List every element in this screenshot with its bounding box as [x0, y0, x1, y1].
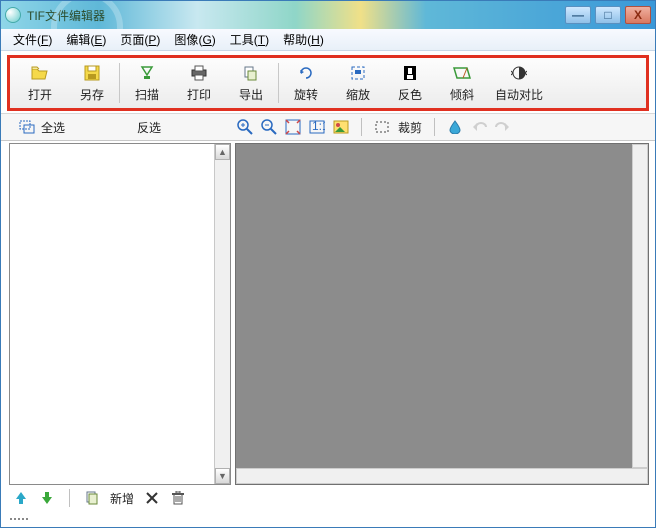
open-label: 打开	[28, 86, 52, 103]
droplet-icon[interactable]	[447, 119, 463, 135]
skew-icon	[453, 64, 471, 82]
menu-tools[interactable]: 工具(T)	[224, 29, 275, 50]
rotate-label: 旋转	[294, 86, 318, 103]
skew-label: 倾斜	[450, 86, 474, 103]
rotate-button[interactable]: 旋转	[280, 60, 332, 106]
scroll-down-icon[interactable]: ▼	[215, 468, 230, 484]
main-toolbar: 打开 另存 扫描 打印 导出 旋转 缩放 反色	[7, 55, 649, 111]
minimize-button[interactable]: —	[565, 6, 591, 24]
zoom-in-icon[interactable]	[237, 119, 253, 135]
export-label: 导出	[239, 86, 263, 103]
invert-icon	[401, 64, 419, 82]
title-bar: TIF文件编辑器 — □ X	[1, 1, 655, 29]
move-up-icon[interactable]	[13, 490, 29, 506]
work-area: ▲ ▼	[1, 141, 655, 487]
preview-vscrollbar[interactable]	[632, 144, 648, 468]
delete-icon[interactable]	[144, 490, 160, 506]
print-label: 打印	[187, 86, 211, 103]
export-button[interactable]: 导出	[225, 60, 277, 106]
invert-button[interactable]: 反色	[384, 60, 436, 106]
invert-label: 反色	[398, 86, 422, 103]
zoom-button[interactable]: 缩放	[332, 60, 384, 106]
maximize-button[interactable]: □	[595, 6, 621, 24]
zoom-label: 缩放	[346, 86, 370, 103]
separator	[69, 489, 70, 507]
open-button[interactable]: 打开	[14, 60, 66, 106]
redo-icon	[495, 119, 511, 135]
folder-open-icon	[31, 64, 49, 82]
separator	[361, 118, 362, 136]
app-window: TIF文件编辑器 — □ X 文件(F) 编辑(E) 页面(P) 图像(G) 工…	[0, 0, 656, 528]
page-tools: 新增	[13, 487, 186, 509]
crop-label[interactable]: 裁剪	[398, 119, 422, 136]
fit-window-icon[interactable]	[285, 119, 301, 135]
export-icon	[242, 64, 260, 82]
save-icon	[83, 64, 101, 82]
print-button[interactable]: 打印	[173, 60, 225, 106]
thumbnail-scrollbar[interactable]: ▲ ▼	[214, 144, 230, 484]
scroll-up-icon[interactable]: ▲	[215, 144, 230, 160]
menu-image[interactable]: 图像(G)	[168, 29, 221, 50]
new-page-label[interactable]: 新增	[110, 490, 134, 507]
saveas-label: 另存	[80, 86, 104, 103]
resize-gripper	[9, 513, 649, 525]
menu-page[interactable]: 页面(P)	[114, 29, 166, 50]
close-button[interactable]: X	[625, 6, 651, 24]
trash-icon[interactable]	[170, 490, 186, 506]
thumbnail-panel: ▲ ▼	[9, 143, 231, 485]
scan-icon	[138, 64, 156, 82]
print-icon	[190, 64, 208, 82]
rotate-icon	[297, 64, 315, 82]
menu-edit[interactable]: 编辑(E)	[60, 29, 112, 50]
contrast-icon	[510, 64, 528, 82]
skew-button[interactable]: 倾斜	[436, 60, 488, 106]
toolbar-separator	[278, 63, 279, 103]
select-all-icon[interactable]	[19, 119, 35, 135]
autocontrast-button[interactable]: 自动对比	[488, 60, 550, 106]
scan-button[interactable]: 扫描	[121, 60, 173, 106]
menu-help[interactable]: 帮助(H)	[277, 29, 330, 50]
saveas-button[interactable]: 另存	[66, 60, 118, 106]
scan-label: 扫描	[135, 86, 159, 103]
actual-size-icon[interactable]: 1:1	[309, 119, 325, 135]
window-controls: — □ X	[565, 6, 651, 24]
window-title: TIF文件编辑器	[27, 7, 565, 24]
zoom-out-icon[interactable]	[261, 119, 277, 135]
preview-hscrollbar[interactable]	[236, 468, 648, 484]
undo-icon	[471, 119, 487, 135]
toolbar-separator	[119, 63, 120, 103]
secondary-toolbar: 全选 反选 1:1 裁剪	[1, 113, 655, 141]
move-down-icon[interactable]	[39, 490, 55, 506]
crop-icon[interactable]	[374, 119, 390, 135]
invert-selection-label[interactable]: 反选	[137, 119, 161, 136]
menu-bar: 文件(F) 编辑(E) 页面(P) 图像(G) 工具(T) 帮助(H)	[1, 29, 655, 51]
menu-file[interactable]: 文件(F)	[7, 29, 58, 50]
app-icon	[5, 7, 21, 23]
separator	[434, 118, 435, 136]
autocontrast-label: 自动对比	[495, 86, 543, 103]
zoom-icon	[349, 64, 367, 82]
svg-text:1:1: 1:1	[312, 120, 325, 133]
preview-panel	[235, 143, 649, 485]
select-all-label[interactable]: 全选	[41, 119, 65, 136]
new-page-icon[interactable]	[84, 490, 100, 506]
picture-icon[interactable]	[333, 119, 349, 135]
